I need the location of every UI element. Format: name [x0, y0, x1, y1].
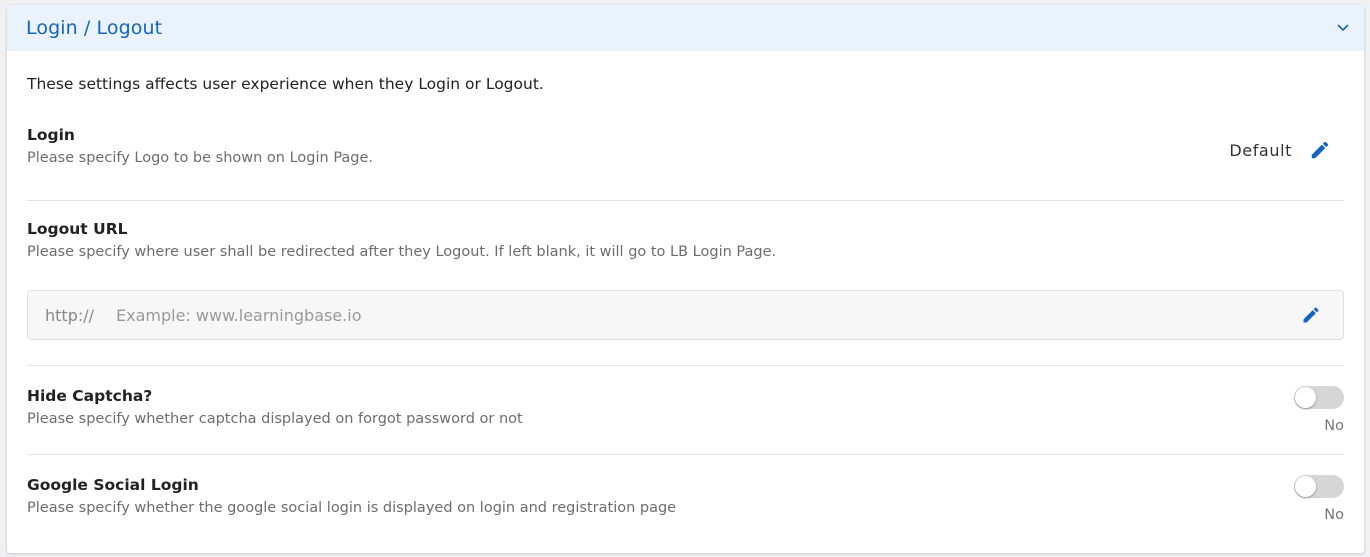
toggle-knob: [1295, 476, 1316, 497]
google-login-toggle[interactable]: [1294, 475, 1344, 498]
logout-title: Logout URL: [27, 220, 128, 238]
google-description: Please specify whether the google social…: [27, 500, 677, 516]
hide-captcha-setting: Hide Captcha? Please specify whether cap…: [27, 366, 1344, 455]
login-description: Please specify Logo to be shown on Login…: [27, 150, 374, 166]
chevron-down-icon[interactable]: [1336, 21, 1350, 35]
panel-body: These settings affects user experience w…: [7, 75, 1364, 544]
toggle-knob: [1295, 387, 1316, 408]
google-value: No: [1324, 507, 1344, 523]
login-value: Default: [1229, 140, 1292, 160]
pencil-icon[interactable]: [1308, 138, 1332, 162]
login-setting: Login Please specify Logo to be shown on…: [27, 93, 1344, 201]
panel-title: Login / Logout: [26, 17, 163, 39]
captcha-toggle-group: No: [1294, 386, 1344, 434]
settings-panel: Login / Logout These settings affects us…: [7, 5, 1364, 553]
login-title: Login: [27, 126, 75, 144]
captcha-value: No: [1324, 418, 1344, 434]
url-prefix: http://: [45, 305, 95, 325]
logout-url-input[interactable]: [116, 305, 1299, 325]
google-toggle-group: No: [1294, 475, 1344, 523]
pencil-icon[interactable]: [1299, 303, 1323, 327]
captcha-title: Hide Captcha?: [27, 387, 153, 405]
google-social-login-setting: Google Social Login Please specify wheth…: [27, 455, 1344, 544]
panel-header[interactable]: Login / Logout: [7, 5, 1364, 51]
captcha-toggle[interactable]: [1294, 386, 1344, 409]
logout-description: Please specify where user shall be redir…: [27, 244, 777, 260]
captcha-description: Please specify whether captcha displayed…: [27, 411, 523, 427]
login-value-group: Default: [1229, 138, 1332, 162]
google-title: Google Social Login: [27, 476, 199, 494]
logout-url-setting: Logout URL Please specify where user sha…: [27, 201, 1344, 366]
intro-text: These settings affects user experience w…: [27, 75, 544, 93]
logout-url-field: http://: [27, 290, 1344, 340]
